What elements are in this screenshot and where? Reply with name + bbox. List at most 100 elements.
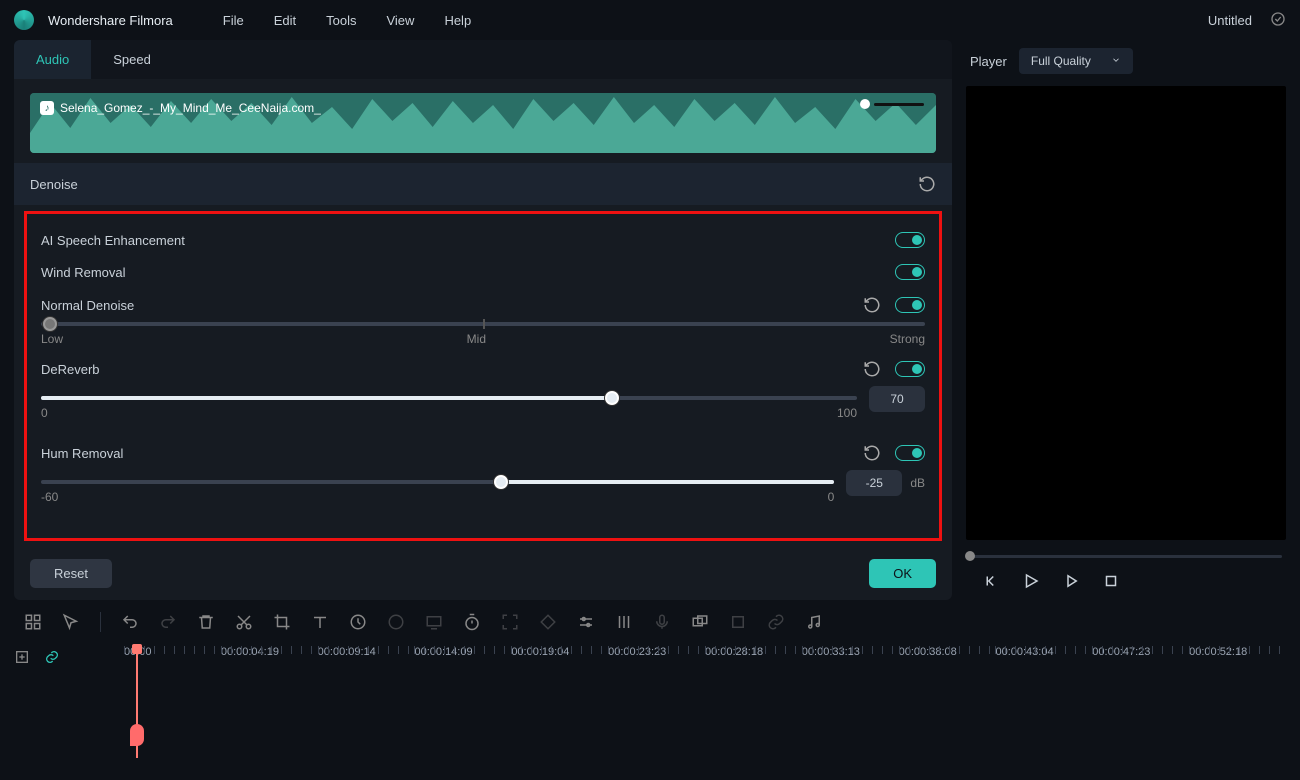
ok-button[interactable]: OK: [869, 559, 936, 588]
normal-denoise-toggle[interactable]: [895, 297, 925, 313]
speed-icon[interactable]: [349, 613, 367, 631]
link-icon[interactable]: [767, 613, 785, 631]
menu-help[interactable]: Help: [434, 9, 481, 32]
music-icon: ♪: [40, 101, 54, 115]
delete-icon[interactable]: [197, 613, 215, 631]
row-dereverb: DeReverb: [35, 352, 931, 386]
prev-frame-button[interactable]: [982, 572, 1000, 590]
clip-label: ♪ Selena_Gomez_-_My_Mind_Me_CeeNaija.com…: [40, 101, 321, 115]
ai-speech-label: AI Speech Enhancement: [41, 233, 185, 248]
row-wind-removal: Wind Removal: [35, 256, 931, 288]
row-hum-removal: Hum Removal: [35, 436, 931, 470]
clip-marker[interactable]: [130, 724, 144, 746]
document-title: Untitled: [1208, 13, 1252, 28]
cut-icon[interactable]: [235, 613, 253, 631]
dereverb-max-label: 100: [837, 406, 857, 420]
dereverb-reset-icon[interactable]: [863, 360, 881, 378]
row-ai-speech: AI Speech Enhancement: [35, 224, 931, 256]
color-icon[interactable]: [387, 613, 405, 631]
mixer-icon[interactable]: [615, 613, 633, 631]
dereverb-value[interactable]: 70: [869, 386, 925, 412]
hum-unit: dB: [910, 476, 925, 490]
redo-icon[interactable]: [159, 613, 177, 631]
quality-value: Full Quality: [1031, 54, 1091, 68]
hum-removal-toggle[interactable]: [895, 445, 925, 461]
marker-icon[interactable]: [729, 613, 747, 631]
track-link-icon[interactable]: [44, 649, 60, 665]
timecode-8: 00:00:38:08: [899, 646, 957, 658]
ai-speech-toggle[interactable]: [895, 232, 925, 248]
stop-button[interactable]: [1102, 572, 1120, 590]
row-normal-denoise: Normal Denoise: [35, 288, 931, 322]
audio-panel: Audio Speed ♪ Selena_Gomez_-_My_Mind_Me_…: [14, 40, 952, 600]
grid-icon[interactable]: [24, 613, 42, 631]
tab-speed[interactable]: Speed: [91, 40, 173, 79]
track-add-icon[interactable]: [14, 649, 30, 665]
normal-denoise-label: Normal Denoise: [41, 298, 134, 313]
waveform[interactable]: ♪ Selena_Gomez_-_My_Mind_Me_CeeNaija.com…: [30, 93, 936, 153]
voice-icon[interactable]: [653, 613, 671, 631]
menubar: Wondershare Filmora File Edit Tools View…: [0, 0, 1300, 40]
timecode-1: 00:00:04:19: [221, 646, 279, 658]
video-viewport[interactable]: [966, 86, 1286, 540]
dereverb-slider[interactable]: [41, 396, 857, 400]
group-icon[interactable]: [691, 613, 709, 631]
denoise-controls: AI Speech Enhancement Wind Removal Norma…: [24, 211, 942, 541]
panel-tabs: Audio Speed: [14, 40, 952, 79]
menu-edit[interactable]: Edit: [264, 9, 306, 32]
timeline-toolbar: [0, 600, 1300, 644]
app-title: Wondershare Filmora: [48, 13, 173, 28]
cursor-icon[interactable]: [62, 613, 80, 631]
timeline-tracks[interactable]: [124, 678, 1286, 758]
screen-icon[interactable]: [425, 613, 443, 631]
timecode-9: 00:00:43:04: [995, 646, 1053, 658]
wind-removal-toggle[interactable]: [895, 264, 925, 280]
crop-icon[interactable]: [273, 613, 291, 631]
dereverb-toggle[interactable]: [895, 361, 925, 377]
normal-low-label: Low: [41, 332, 63, 346]
normal-denoise-slider[interactable]: [41, 322, 925, 326]
waveform-zoom-slider[interactable]: [860, 99, 924, 109]
dereverb-label: DeReverb: [41, 362, 100, 377]
timecode-6: 00:00:28:18: [705, 646, 763, 658]
timecode-7: 00:00:33:13: [802, 646, 860, 658]
normal-denoise-reset-icon[interactable]: [863, 296, 881, 314]
tab-audio[interactable]: Audio: [14, 40, 91, 79]
clip-name: Selena_Gomez_-_My_Mind_Me_CeeNaija.com_: [60, 101, 321, 115]
hum-min-label: -60: [41, 490, 58, 504]
focus-icon[interactable]: [501, 613, 519, 631]
status-icon: [1270, 11, 1286, 30]
menu-file[interactable]: File: [213, 9, 254, 32]
reset-button[interactable]: Reset: [30, 559, 112, 588]
normal-strong-label: Strong: [890, 332, 925, 346]
quality-dropdown[interactable]: Full Quality: [1019, 48, 1133, 74]
chevron-down-icon: [1111, 54, 1121, 68]
menu-view[interactable]: View: [376, 9, 424, 32]
menu-tools[interactable]: Tools: [316, 9, 366, 32]
adjust-icon[interactable]: [577, 613, 595, 631]
hum-removal-reset-icon[interactable]: [863, 444, 881, 462]
keyframe-icon[interactable]: [539, 613, 557, 631]
undo-icon[interactable]: [121, 613, 139, 631]
section-title: Denoise: [30, 177, 78, 192]
timecode-10: 00:00:47:23: [1092, 646, 1150, 658]
timecode-11: 00:00:52:18: [1189, 646, 1247, 658]
play-button[interactable]: [1062, 572, 1080, 590]
timecode-5: 00:00:23:23: [608, 646, 666, 658]
audio-beat-icon[interactable]: [805, 613, 823, 631]
timecode-4: 00:00:19:04: [511, 646, 569, 658]
play-pause-button[interactable]: [1022, 572, 1040, 590]
dereverb-min-label: 0: [41, 406, 48, 420]
timer-icon[interactable]: [463, 613, 481, 631]
timeline-ruler[interactable]: 00:00 00:00:04:19 00:00:09:14 00:00:14:0…: [124, 644, 1286, 658]
normal-mid-label: Mid: [467, 332, 486, 346]
hum-value[interactable]: -25: [846, 470, 902, 496]
hum-removal-slider[interactable]: [41, 480, 834, 484]
text-icon[interactable]: [311, 613, 329, 631]
timecode-2: 00:00:09:14: [318, 646, 376, 658]
hum-max-label: 0: [828, 490, 835, 504]
player-panel: Player Full Quality: [966, 40, 1286, 600]
app-logo-icon: [14, 10, 34, 30]
scrubber[interactable]: [970, 555, 1282, 558]
reset-section-icon[interactable]: [918, 175, 936, 193]
